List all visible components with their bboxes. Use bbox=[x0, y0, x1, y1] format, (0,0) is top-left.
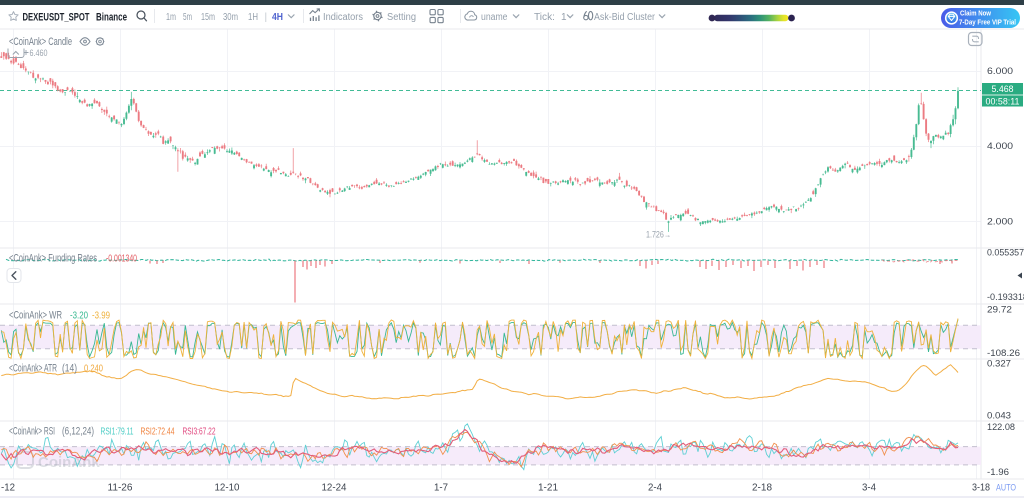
svg-text:1.726→: 1.726→ bbox=[646, 230, 671, 240]
svg-text:1H: 1H bbox=[248, 12, 258, 23]
svg-text:6.460: 6.460 bbox=[30, 48, 48, 59]
svg-text:RSI2:72.44: RSI2:72.44 bbox=[141, 427, 175, 438]
svg-text:12-10: 12-10 bbox=[215, 482, 240, 494]
svg-text:2.000: 2.000 bbox=[987, 217, 1013, 228]
svg-text:<CoinAnk> Funding Rates: <CoinAnk> Funding Rates bbox=[9, 253, 97, 265]
svg-text:(14): (14) bbox=[62, 363, 77, 375]
svg-text:5m: 5m bbox=[183, 12, 192, 23]
svg-text:<CoinAnk> RSI: <CoinAnk> RSI bbox=[9, 426, 55, 438]
svg-text:1-21: 1-21 bbox=[538, 482, 558, 494]
svg-text:-1.96: -1.96 bbox=[987, 467, 1009, 478]
svg-text:12-24: 12-24 bbox=[322, 482, 347, 494]
svg-text:15m: 15m bbox=[201, 12, 215, 23]
svg-text:-3.99: -3.99 bbox=[92, 311, 110, 322]
svg-text:2-4: 2-4 bbox=[648, 482, 662, 494]
svg-text:1: 1 bbox=[561, 12, 567, 23]
svg-text:0.240: 0.240 bbox=[84, 364, 103, 375]
svg-text:30m: 30m bbox=[223, 12, 238, 23]
svg-text:1m: 1m bbox=[166, 12, 176, 23]
svg-text:7-Day Free VIP Trial: 7-Day Free VIP Trial bbox=[959, 20, 1016, 27]
svg-text:<CoinAnk> Candle: <CoinAnk> Candle bbox=[9, 36, 72, 48]
svg-text:5.468: 5.468 bbox=[992, 84, 1014, 95]
svg-text:2-18: 2-18 bbox=[752, 482, 772, 494]
svg-text:-0.193318: -0.193318 bbox=[987, 292, 1024, 303]
svg-text:AUTO: AUTO bbox=[996, 483, 1016, 494]
svg-text:122.08: 122.08 bbox=[987, 422, 1015, 433]
svg-text:6.000: 6.000 bbox=[987, 66, 1013, 77]
svg-text:RSI3:67.22: RSI3:67.22 bbox=[183, 427, 216, 438]
svg-text:<CoinAnk> ATR: <CoinAnk> ATR bbox=[9, 363, 57, 375]
svg-text:Setting: Setting bbox=[387, 12, 416, 23]
svg-text:uname: uname bbox=[481, 12, 508, 23]
svg-text:4H: 4H bbox=[272, 11, 283, 23]
svg-text:-108.26: -108.26 bbox=[987, 348, 1020, 359]
svg-text:Binance: Binance bbox=[96, 12, 127, 24]
svg-text:29.72: 29.72 bbox=[987, 305, 1012, 316]
svg-text:<CoinAnk> WR: <CoinAnk> WR bbox=[9, 310, 62, 322]
svg-text:0.043: 0.043 bbox=[987, 411, 1011, 422]
svg-text:(6,12,24): (6,12,24) bbox=[62, 426, 94, 438]
svg-text:1-7: 1-7 bbox=[434, 482, 448, 494]
svg-text:4.000: 4.000 bbox=[987, 141, 1013, 152]
svg-text:3-18: 3-18 bbox=[972, 482, 990, 494]
svg-text:Indicators: Indicators bbox=[323, 12, 363, 23]
svg-text:DEXEUSDT_SPOT: DEXEUSDT_SPOT bbox=[23, 12, 90, 24]
svg-text:0.055357: 0.055357 bbox=[987, 248, 1024, 259]
svg-text:3-4: 3-4 bbox=[862, 482, 876, 494]
svg-text:0.327: 0.327 bbox=[987, 359, 1011, 370]
svg-text:Ask-Bid Cluster: Ask-Bid Cluster bbox=[594, 12, 656, 23]
svg-text:00:58:11: 00:58:11 bbox=[986, 96, 1020, 106]
svg-text:|: | bbox=[265, 12, 268, 23]
svg-text:Tick:: Tick: bbox=[534, 12, 555, 23]
svg-text:Claim Now: Claim Now bbox=[960, 9, 991, 18]
svg-text:RSI1:79.11: RSI1:79.11 bbox=[101, 427, 134, 438]
svg-text:-3.20: -3.20 bbox=[70, 311, 88, 322]
svg-text:11-26: 11-26 bbox=[108, 482, 133, 494]
svg-text:-0.001340: -0.001340 bbox=[106, 254, 137, 265]
svg-text:-12: -12 bbox=[1, 482, 15, 494]
